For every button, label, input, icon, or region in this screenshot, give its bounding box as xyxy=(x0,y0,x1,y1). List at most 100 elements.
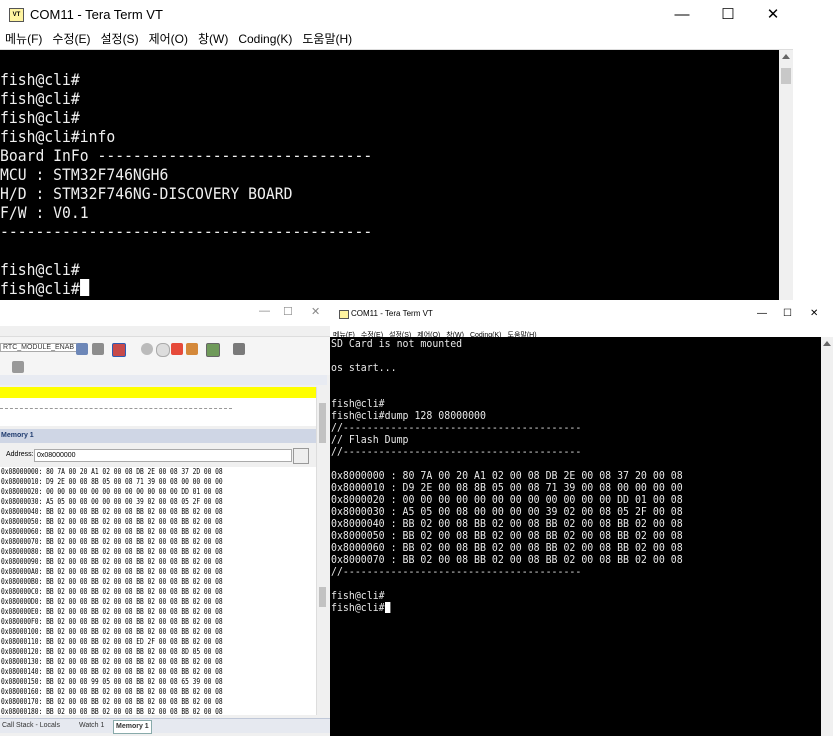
ide-bottom-tabs: Call Stack - Locals Watch 1 Memory 1 xyxy=(0,718,330,734)
terminal-prompt-line: fish@cli# xyxy=(331,601,391,614)
menu-edit[interactable]: 수정(E) xyxy=(47,30,95,49)
memory-row: 0x080000B0: BB 02 00 08 BB 02 00 08 BB 0… xyxy=(1,577,223,586)
download-icon[interactable] xyxy=(76,343,88,355)
scroll-up-arrow-icon[interactable] xyxy=(823,341,831,346)
terminal-line: MCU : STM32F746NGH6 xyxy=(0,165,169,184)
ide-window-header: — ☐ ✕ xyxy=(0,301,330,326)
terminal-line: //--------------------------------------… xyxy=(331,565,582,578)
menu-help[interactable]: 도움말(H) xyxy=(297,30,357,49)
scrollbar-thumb[interactable] xyxy=(319,403,326,443)
address-input[interactable]: 0x08000000 xyxy=(34,449,292,462)
window-layout-icon[interactable] xyxy=(206,343,220,357)
terminal-line: fish@cli#info xyxy=(0,127,116,146)
memory-row: 0x08000100: BB 02 00 08 BB 02 00 08 BB 0… xyxy=(1,627,223,636)
memory-row: 0x080000A0: BB 02 00 08 BB 02 00 08 BB 0… xyxy=(1,567,223,576)
minimize-button[interactable]: — xyxy=(757,308,767,319)
terminal-prompt-line: fish@cli# xyxy=(0,279,89,298)
scrollbar-thumb[interactable] xyxy=(781,68,791,84)
memory-row: 0x08000060: BB 02 00 08 BB 02 00 08 BB 0… xyxy=(1,527,223,536)
memory-row: 0x08000130: BB 02 00 08 BB 02 00 08 BB 0… xyxy=(1,657,223,666)
memory-row: 0x080000D0: BB 02 00 08 BB 02 00 08 BB 0… xyxy=(1,597,223,606)
terminal-line: SD Card is not mounted xyxy=(331,337,463,350)
window-title: COM11 - Tera Term VT xyxy=(351,309,433,318)
terminal-line: fish@cli# xyxy=(0,260,80,279)
memory-row: 0x080000F0: BB 02 00 08 BB 02 00 08 BB 0… xyxy=(1,617,223,626)
ide-toolbar-secondary xyxy=(0,359,330,375)
memory-view[interactable]: 0x08000000: 80 7A 00 20 A1 02 00 08 DB 2… xyxy=(0,467,316,715)
menu-bar: 메뉴(F) 수정(E) 설정(S) 제어(O) 창(W) Coding(K) 도움말(H) xyxy=(0,30,793,50)
terminal-line: fish@cli# xyxy=(0,89,80,108)
vertical-scrollbar[interactable] xyxy=(821,337,833,736)
memory-row: 0x08000110: BB 02 00 08 BB 02 00 08 ED 2… xyxy=(1,637,223,646)
scroll-up-arrow-icon[interactable] xyxy=(782,54,790,59)
memory-row: 0x08000160: BB 02 00 08 BB 02 00 08 BB 0… xyxy=(1,687,223,696)
menu-setup[interactable]: 설정(S) xyxy=(95,30,143,49)
terminal-line: os start... xyxy=(331,361,397,374)
title-bar: VT COM11 - Tera Term VT — ☐ ✕ xyxy=(0,0,793,30)
terminal-line: //--------------------------------------… xyxy=(331,445,582,458)
menu-bar: 메뉴(F) 수정(E) 설정(S) 제어(O) 창(W) Coding(K) 도움말(H) xyxy=(330,324,833,339)
memory-row: 0x08000150: BB 02 00 08 99 05 00 08 BB 0… xyxy=(1,677,223,686)
memory-scrollbar[interactable] xyxy=(316,387,328,715)
window-title: COM11 - Tera Term VT xyxy=(30,7,163,22)
terminal-line: F/W : V0.1 xyxy=(0,203,89,222)
memory-row: 0x08000000: 80 7A 00 20 A1 02 00 08 DB 2… xyxy=(1,467,223,476)
vertical-scrollbar[interactable] xyxy=(779,50,793,300)
options-icon[interactable] xyxy=(12,361,24,373)
close-button[interactable]: ✕ xyxy=(810,308,818,319)
memory-row: 0x080000C0: BB 02 00 08 BB 02 00 08 BB 0… xyxy=(1,587,223,596)
memory-row: 0x08000040: BB 02 00 08 BB 02 00 08 BB 0… xyxy=(1,507,223,516)
watch-icon[interactable] xyxy=(186,343,198,355)
terminal-line: Board InFo -----------------------------… xyxy=(0,146,373,165)
breakpoint-icon[interactable] xyxy=(141,343,153,355)
ide-maximize-button[interactable]: ☐ xyxy=(283,305,293,318)
tera-term-secondary-window: COM11 - Tera Term VT — ☐ ✕ 메뉴(F) 수정(E) 설정(… xyxy=(330,306,833,736)
memory-row: 0x08000030: A5 05 00 08 00 00 00 00 39 0… xyxy=(1,497,223,506)
memory-row: 0x08000090: BB 02 00 08 BB 02 00 08 BB 0… xyxy=(1,557,223,566)
terminal-area[interactable]: SD Card is not mounted os start... fish@… xyxy=(330,337,821,736)
minimize-button[interactable]: — xyxy=(659,0,705,30)
debug-icon[interactable] xyxy=(112,343,126,357)
terminal-prompt: fish@cli# xyxy=(331,601,385,614)
memory-row: 0x08000020: 00 00 00 00 00 00 00 00 00 0… xyxy=(1,487,223,496)
editor-header xyxy=(0,375,327,385)
tera-term-main-window: VT COM11 - Tera Term VT — ☐ ✕ 메뉴(F) 수정(E)… xyxy=(0,0,793,300)
terminal-area[interactable]: fish@cli# fish@cli# fish@cli# fish@cli#i… xyxy=(0,50,779,300)
terminal-prompt: fish@cli# xyxy=(0,279,80,298)
maximize-button[interactable]: ☐ xyxy=(783,308,792,319)
kill-breakpoints-icon[interactable] xyxy=(171,343,183,355)
editor-area[interactable] xyxy=(0,398,316,426)
tool-icon[interactable] xyxy=(92,343,104,355)
maximize-button[interactable]: ☐ xyxy=(705,0,751,30)
tab-watch[interactable]: Watch 1 xyxy=(79,720,104,732)
memory-panel-title-text: Memory 1 xyxy=(1,432,34,439)
memory-row: 0x08000180: BB 02 00 08 BB 02 00 08 BB 0… xyxy=(1,707,223,715)
ide-close-button[interactable]: ✕ xyxy=(311,305,320,318)
current-line-highlight xyxy=(0,387,316,398)
editor-dashed-divider xyxy=(0,408,232,409)
memory-row: 0x08000010: D9 2E 00 08 8B 05 00 08 71 3… xyxy=(1,477,223,486)
settings-wrench-icon[interactable] xyxy=(233,343,245,355)
terminal-line: fish@cli# xyxy=(0,70,80,89)
tab-call-stack[interactable]: Call Stack - Locals xyxy=(2,720,60,732)
memory-panel-title: Memory 1 x xyxy=(0,429,327,443)
close-button[interactable]: ✕ xyxy=(750,0,796,30)
scrollbar-thumb-secondary[interactable] xyxy=(319,587,326,607)
memory-row: 0x08000140: BB 02 00 08 BB 02 00 08 BB 0… xyxy=(1,667,223,676)
terminal-line: H/D : STM32F746NG-DISCOVERY BOARD xyxy=(0,184,293,203)
terminal-cursor xyxy=(384,602,391,613)
menu-control[interactable]: 제어(O) xyxy=(144,30,193,49)
lock-icon[interactable] xyxy=(293,448,309,464)
memory-row: 0x080000E0: BB 02 00 08 BB 02 00 08 BB 0… xyxy=(1,607,223,616)
memory-row: 0x08000070: BB 02 00 08 BB 02 00 08 BB 0… xyxy=(1,537,223,546)
menu-file[interactable]: 메뉴(F) xyxy=(0,30,47,49)
define-combo[interactable]: RTC_MODULE_ENAB xyxy=(0,343,78,352)
breakpoint-disable-icon[interactable] xyxy=(156,343,170,357)
tab-memory[interactable]: Memory 1 xyxy=(113,720,152,734)
ide-debugger-panel: — ☐ ✕ RTC_MODULE_ENAB Memory 1 x Address… xyxy=(0,301,330,736)
terminal-line: fish@cli# xyxy=(0,108,80,127)
memory-row: 0x08000120: BB 02 00 08 BB 02 00 08 BB 0… xyxy=(1,647,223,656)
menu-coding[interactable]: Coding(K) xyxy=(233,30,297,49)
ide-minimize-button[interactable]: — xyxy=(259,305,270,317)
menu-window[interactable]: 창(W) xyxy=(193,30,233,49)
